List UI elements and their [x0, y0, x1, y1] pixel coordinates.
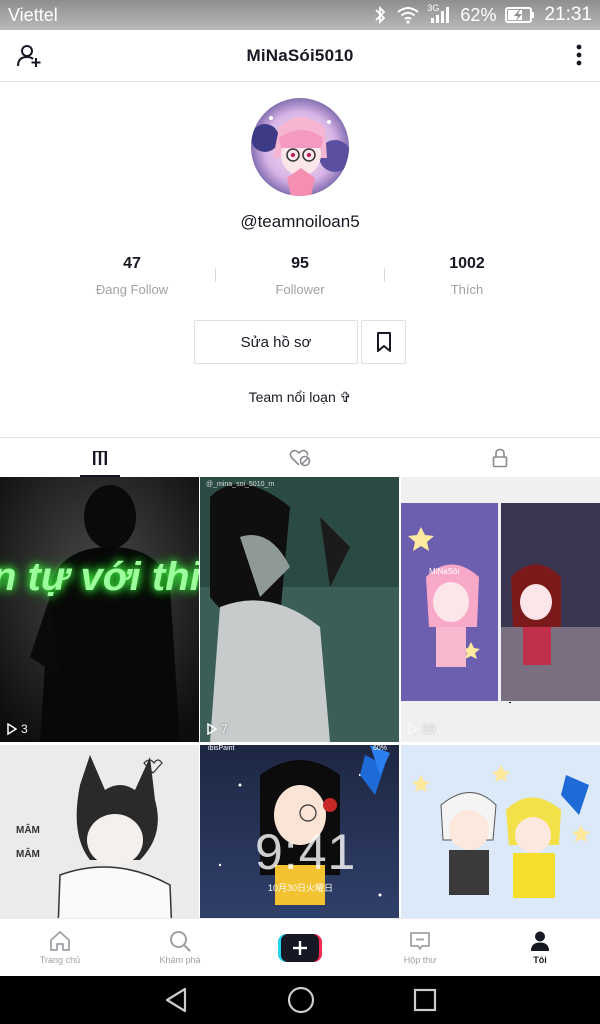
view-count-value: 7 — [221, 722, 228, 736]
video-grid: n tự với thi 3 @_mina_soi_5010_m 7 MiNaS… — [0, 477, 600, 918]
recents-icon[interactable] — [413, 988, 437, 1012]
stat-value: 95 — [291, 255, 309, 272]
nav-label: Trang chủ — [39, 955, 81, 965]
page-title: MiNaSói5010 — [246, 45, 354, 65]
play-icon — [408, 723, 418, 735]
carrier-name: Viettel — [8, 4, 58, 25]
network-type: 3G — [427, 3, 440, 13]
video-battery: 60% — [372, 745, 387, 752]
profile-stats: 47 Đang Follow 95 Follower 1002 Thích — [0, 255, 600, 305]
nav-home[interactable]: Trang chủ — [0, 919, 120, 976]
home-circle-icon[interactable] — [287, 986, 315, 1014]
video-caption: @_mina_soi_5010_m — [206, 481, 275, 488]
wifi-icon — [397, 7, 420, 24]
profile-username: @teamnoiloan5 — [240, 212, 360, 231]
clock: 21:31 — [544, 4, 592, 25]
video-caption: MiNaSói — [429, 567, 460, 576]
nav-create[interactable] — [240, 919, 360, 976]
bottom-nav: Trang chủ Khám phá Hộp thư Tôi — [0, 918, 600, 976]
back-icon[interactable] — [163, 986, 189, 1014]
grid-icon — [93, 450, 107, 465]
stat-value: 1002 — [449, 255, 485, 272]
video-caption: 9:41 — [255, 824, 357, 880]
app-label: ibisPaint — [208, 745, 235, 752]
play-icon — [7, 723, 17, 735]
view-count-value: 29 — [422, 722, 436, 736]
bluetooth-icon — [375, 5, 386, 25]
system-nav-bar — [0, 976, 600, 1024]
profile-tabs — [0, 437, 600, 477]
bookmark-icon — [376, 332, 391, 352]
stat-likes[interactable]: 1002 Thích — [383, 255, 551, 297]
play-icon — [207, 723, 217, 735]
view-count: 3 — [7, 722, 28, 736]
liked-videos-icon — [289, 449, 311, 466]
stat-followers[interactable]: 95 Follower — [216, 255, 384, 297]
home-icon — [50, 931, 70, 951]
stat-value: 47 — [123, 255, 141, 272]
profile-icon — [531, 931, 549, 951]
video-caption: MÂM MÂM — [16, 825, 40, 860]
stat-label: Follower — [275, 282, 325, 297]
add-user-icon[interactable] — [16, 43, 42, 74]
nav-label: Khám phá — [159, 955, 201, 965]
search-icon — [170, 931, 191, 952]
video-thumbnail[interactable]: MÂM MÂM — [0, 745, 199, 918]
nav-me[interactable]: Tôi — [480, 919, 600, 976]
inbox-icon — [410, 932, 430, 950]
video-caption: n tự với thi — [0, 555, 199, 599]
lock-icon — [492, 448, 508, 467]
video-thumbnail[interactable]: n tự với thi 3 — [0, 477, 199, 742]
edit-profile-button[interactable]: Sửa hồ sơ — [194, 320, 358, 364]
avatar[interactable] — [251, 98, 349, 196]
nav-inbox[interactable]: Hộp thư — [360, 919, 480, 976]
profile-bio: Team nổi loạn ✞ — [248, 389, 352, 405]
nav-label: Hộp thư — [403, 955, 437, 965]
video-thumbnail[interactable] — [401, 745, 600, 918]
stat-following[interactable]: 47 Đang Follow — [48, 255, 216, 297]
more-vertical-icon[interactable] — [576, 44, 582, 71]
video-overlay-text: 10月30日火曜日 — [268, 883, 334, 893]
view-count-value: 3 — [21, 722, 28, 736]
nav-discover[interactable]: Khám phá — [120, 919, 240, 976]
video-thumbnail[interactable]: ibisPaint 60% 9:41 10月30日火曜日 — [200, 745, 399, 918]
status-bar: Viettel 3G 62% 21:31 — [0, 0, 600, 30]
create-icon — [278, 933, 322, 962]
video-thumbnail[interactable]: MiNaSói 29 — [401, 477, 600, 742]
battery-charging-icon — [505, 7, 535, 23]
stat-label: Thích — [450, 282, 484, 297]
video-thumbnail[interactable]: @_mina_soi_5010_m 7 — [200, 477, 399, 742]
tab-liked[interactable] — [200, 438, 400, 477]
tab-private[interactable] — [400, 438, 600, 477]
view-count: 7 — [207, 722, 228, 736]
profile-header: MiNaSói5010 — [0, 30, 600, 82]
bookmark-button[interactable] — [361, 320, 406, 364]
nav-label: Tôi — [533, 955, 547, 965]
stat-label: Đang Follow — [95, 282, 169, 297]
view-count: 29 — [408, 722, 435, 736]
tab-videos[interactable] — [0, 438, 200, 477]
battery-level: 62% — [460, 4, 497, 25]
